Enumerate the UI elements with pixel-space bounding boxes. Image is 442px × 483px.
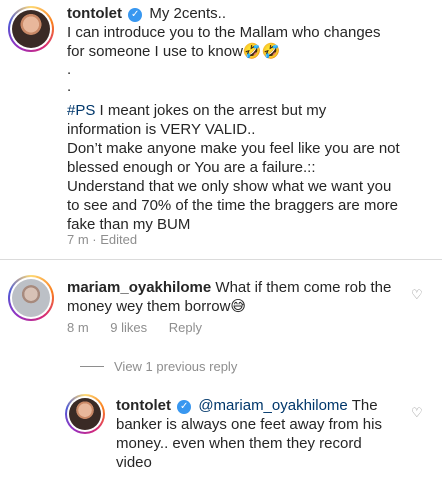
post-username[interactable]: tontolet — [67, 5, 122, 22]
post-body: tontolet ✓ My 2cents.. I can introduce y… — [67, 4, 437, 234]
reply-text-line4: video — [116, 454, 152, 471]
reply-text-line3: money.. even when them they record — [116, 435, 362, 452]
post-line: I can introduce you to the Mallam who ch… — [67, 24, 381, 41]
reply-username[interactable]: tontolet — [116, 397, 171, 414]
post-line: for someone I use to know🤣🤣 — [67, 43, 281, 60]
post-time: 7 m — [67, 232, 89, 247]
post-line: . — [67, 78, 72, 95]
verified-badge-icon: ✓ — [128, 8, 143, 22]
post-line: to see and 70% of the time the braggers … — [67, 197, 399, 214]
reply-avatar[interactable] — [65, 394, 105, 434]
comment-username[interactable]: mariam_oyakhilome — [67, 279, 211, 296]
post-line: My 2cents.. — [149, 5, 227, 22]
comment-text-line2: money wey them borrow😅 — [67, 298, 247, 315]
comment-meta: 8 m 9 likes Reply — [67, 320, 220, 335]
view-previous-replies[interactable]: View 1 previous reply — [80, 359, 237, 374]
heart-outline-icon[interactable]: ♡ — [411, 288, 423, 301]
reply-mention[interactable]: @mariam_oyakhilome — [198, 397, 347, 414]
reply-button[interactable]: Reply — [169, 320, 202, 335]
reply-avatar-photo — [69, 398, 101, 430]
comment-avatar-photo — [12, 279, 50, 317]
post-line: . — [67, 61, 72, 78]
heart-outline-icon[interactable]: ♡ — [411, 406, 423, 419]
comment-avatar[interactable] — [8, 275, 54, 321]
hashtag-ps[interactable]: #PS — [67, 102, 95, 119]
view-replies-label[interactable]: View 1 previous reply — [114, 359, 237, 374]
post-line: information is VERY VALID.. — [67, 121, 256, 138]
comment-text: What if them come rob the — [215, 279, 392, 296]
post-avatar-photo — [12, 10, 50, 48]
reply-body: tontolet ✓ @mariam_oyakhilome The banker… — [116, 396, 406, 472]
post-line: I meant jokes on the arrest but my — [99, 102, 327, 119]
reply-text-line2: banker is always one feet away from his — [116, 416, 382, 433]
post-line: Understand that we only show what we wan… — [67, 178, 392, 195]
post-line: Don’t make anyone make you feel like you… — [67, 140, 400, 157]
comment-time: 8 m — [67, 320, 89, 335]
comment-body: mariam_oyakhilome What if them come rob … — [67, 278, 407, 316]
verified-badge-icon: ✓ — [177, 400, 192, 414]
reply-text: The — [351, 397, 378, 414]
post-meta: 7 m · Edited — [67, 232, 138, 247]
replies-line — [80, 366, 104, 367]
post-avatar[interactable] — [8, 6, 54, 52]
post-line: blessed enough or You are a failure.:: — [67, 159, 316, 176]
comment-likes[interactable]: 9 likes — [110, 320, 147, 335]
divider — [0, 259, 442, 260]
post-edited: Edited — [100, 232, 138, 247]
